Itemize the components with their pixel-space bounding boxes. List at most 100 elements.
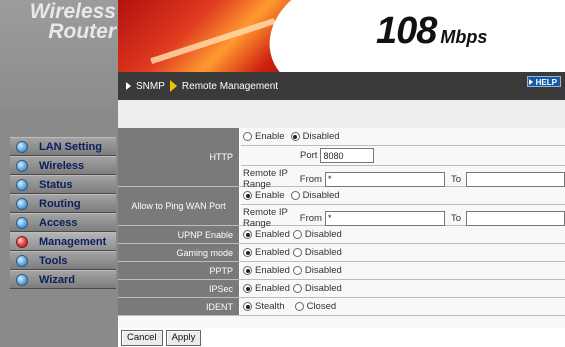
gaming-mode-row: Gaming mode Enabled Disabled [118,244,565,262]
ping-disabled-option[interactable]: Disabled [290,190,340,201]
help-button[interactable]: HELP [526,76,561,87]
ident-options: Stealth Closed [243,301,342,312]
sidebar-item-label: Routing [39,197,81,210]
ping-from-field[interactable] [324,210,445,226]
ping-to-field[interactable] [466,210,565,226]
cancel-button[interactable]: Cancel [121,329,163,346]
ping-enable-label: Enable [255,190,285,201]
http-row: HTTP Enable Disabled Port Remote IP Rang… [118,128,565,190]
ident-closed-option[interactable]: Closed [294,301,337,312]
http-disabled-option[interactable]: Disabled [290,131,340,142]
gaming-disabled-label: Disabled [304,247,342,258]
sidebar-item-lan-setting[interactable]: LAN Setting [10,137,116,156]
content-header-strip [118,100,565,128]
http-from-field[interactable] [324,171,445,187]
ipsec-disabled-label: Disabled [304,283,342,294]
form-actions: Cancel Apply [118,328,565,347]
ping-from-label: From [299,212,322,224]
sidebar-item-access[interactable]: Access [10,213,116,232]
bullet-icon [16,273,28,286]
pptp-enabled-option[interactable]: Enabled [243,265,290,276]
ident-closed-radio[interactable] [294,302,304,311]
breadcrumb-parent[interactable]: SNMP [136,81,165,92]
http-from-label: From [299,173,322,185]
ident-row: IDENT Stealth Closed [118,298,565,316]
sidebar-item-label: LAN Setting [39,140,102,153]
sidebar-item-wireless[interactable]: Wireless [10,156,116,175]
breadcrumb-current: Remote Management [181,80,279,92]
pptp-disabled-option[interactable]: Disabled [292,265,342,276]
http-enable-option[interactable]: Enable [243,131,285,142]
speed-value: 108 [376,10,437,52]
sidebar-item-tools[interactable]: Tools [10,251,116,270]
ident-closed-label: Closed [306,301,337,312]
gaming-mode-options: Enabled Disabled [243,247,348,258]
logo-area: Wireless Router [0,0,118,108]
sidebar-item-label: Wireless [39,159,85,172]
upnp-disabled-label: Disabled [304,229,342,240]
bullet-icon [16,140,28,153]
upnp-enabled-option[interactable]: Enabled [243,229,290,240]
logo: Wireless Router [8,0,116,42]
header-banner: 108 Mbps [118,0,565,72]
sidebar-item-label: Status [39,178,73,191]
apply-button[interactable]: Apply [165,329,202,346]
ping-label: Allow to Ping WAN Port [118,187,240,225]
gaming-enabled-label: Enabled [255,247,290,258]
ident-stealth-radio[interactable] [243,302,252,311]
sidebar-item-label: Tools [39,254,68,267]
ident-label: IDENT [118,298,240,315]
pptp-disabled-label: Disabled [304,265,342,276]
ping-enable-radio[interactable] [243,191,252,200]
ping-enable-option[interactable]: Enable [243,190,285,201]
speed-badge: 108 Mbps [376,10,487,53]
http-disabled-radio[interactable] [290,132,300,141]
ipsec-enabled-label: Enabled [255,283,290,294]
ident-stealth-label: Stealth [255,301,285,312]
divider [241,204,565,205]
ipsec-disabled-option[interactable]: Disabled [292,283,342,294]
gaming-mode-label: Gaming mode [118,244,240,261]
divider [241,165,565,166]
ipsec-label: IPSec [118,280,240,297]
gaming-disabled-option[interactable]: Disabled [292,247,342,258]
pptp-enabled-radio[interactable] [243,266,252,275]
sidebar-item-status[interactable]: Status [10,175,116,194]
ipsec-disabled-radio[interactable] [292,284,302,293]
ping-options: Enable Disabled [243,190,346,201]
http-to-field[interactable] [466,171,565,187]
http-port-label: Port [300,150,318,161]
arrow-right-yellow-icon [169,80,177,92]
sidebar-item-wizard[interactable]: Wizard [10,270,116,289]
sidebar-item-management[interactable]: Management [10,232,116,251]
upnp-enabled-radio[interactable] [243,230,252,239]
bullet-icon [16,216,28,229]
ipsec-enabled-radio[interactable] [243,284,252,293]
ping-to-label: To [450,212,461,224]
pptp-disabled-radio[interactable] [292,266,302,275]
ping-disabled-radio[interactable] [290,191,300,200]
bullet-icon [16,197,28,210]
http-to-label: To [450,173,461,185]
pptp-label: PPTP [118,262,240,279]
http-port-field[interactable] [320,148,375,163]
breadcrumb: SNMP Remote Management HELP [118,72,565,100]
sidebar-item-label: Wizard [39,273,75,286]
ident-stealth-option[interactable]: Stealth [243,301,285,312]
divider [241,145,565,146]
http-enable-radio[interactable] [243,132,252,141]
http-enable-label: Enable [255,131,285,142]
upnp-disabled-option[interactable]: Disabled [292,229,342,240]
ipsec-enabled-option[interactable]: Enabled [243,283,290,294]
sidebar-nav: LAN Setting Wireless Status Routing Acce… [10,137,116,289]
active-bullet-icon [16,235,28,248]
sidebar-item-routing[interactable]: Routing [10,194,116,213]
http-port-group: Port [300,148,375,163]
ipsec-options: Enabled Disabled [243,283,348,294]
gaming-enabled-radio[interactable] [243,248,252,257]
upnp-disabled-radio[interactable] [292,230,302,239]
bullet-icon [16,159,28,172]
gaming-enabled-option[interactable]: Enabled [243,247,290,258]
gaming-disabled-radio[interactable] [292,248,302,257]
logo-line-1: Wireless [29,0,116,23]
